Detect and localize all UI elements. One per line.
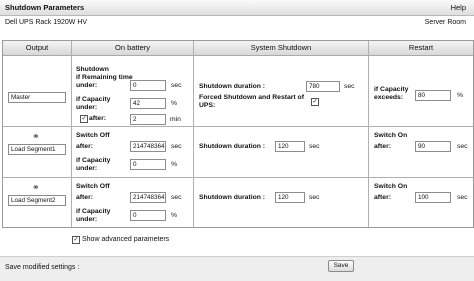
after-label: after: bbox=[374, 143, 391, 150]
switch-off-after-input[interactable]: 2147483647 bbox=[130, 192, 166, 203]
shutdown-duration-unit: sec bbox=[309, 143, 320, 150]
after-input[interactable]: 2 bbox=[130, 114, 166, 125]
switch-on-after-input[interactable]: 100 bbox=[415, 192, 451, 203]
table-row: Master Shutdown if Remaining time under:… bbox=[3, 56, 473, 127]
capacity-exceeds-label: if Capacity exceeds: bbox=[374, 86, 409, 101]
column-header-system-shutdown: System Shutdown bbox=[194, 41, 368, 56]
after-label: after: bbox=[76, 143, 93, 150]
switch-off-after-input[interactable]: 2147483647 bbox=[130, 141, 166, 152]
device-bar: Dell UPS Rack 1920W HV Server Room bbox=[0, 16, 474, 29]
checkmark-icon: ✓ bbox=[81, 116, 87, 122]
capacity-exceeds-unit: % bbox=[457, 92, 464, 99]
help-link[interactable]: Help bbox=[451, 3, 466, 12]
forced-shutdown-label: Forced Shutdown and Restart of UPS: bbox=[199, 94, 304, 109]
column-header-output: Output bbox=[3, 41, 71, 56]
remaining-time-unit: sec bbox=[171, 82, 182, 89]
switch-on-label: Switch On bbox=[374, 132, 408, 139]
shutdown-duration-label: Shutdown duration : bbox=[199, 143, 266, 150]
capacity-under-unit: % bbox=[171, 161, 178, 168]
shutdown-duration-input[interactable]: 120 bbox=[275, 192, 305, 203]
forced-shutdown-checkbox[interactable]: ✓ bbox=[311, 98, 319, 106]
checkmark-icon: ✓ bbox=[312, 99, 318, 105]
shutdown-label: Shutdown bbox=[76, 66, 109, 73]
save-button[interactable]: Save bbox=[328, 260, 354, 272]
shutdown-duration-unit: sec bbox=[344, 83, 355, 90]
switch-off-label: Switch Off bbox=[76, 132, 110, 139]
switch-off-label: Switch Off bbox=[76, 183, 110, 190]
device-model: Dell UPS Rack 1920W HV bbox=[5, 19, 88, 26]
shutdown-duration-input[interactable]: 120 bbox=[275, 141, 305, 152]
switch-on-after-unit: sec bbox=[457, 143, 468, 150]
device-location: Server Room bbox=[424, 19, 466, 26]
table-row: ⚭ Load Segment1 Switch Off after: 214748… bbox=[3, 127, 473, 178]
title-bar: Shutdown Parameters Help bbox=[0, 0, 474, 16]
column-header-on-battery: On battery bbox=[72, 41, 193, 56]
remaining-time-input[interactable]: 0 bbox=[130, 80, 166, 91]
footer-bar: Save modified settings : Save bbox=[0, 256, 474, 281]
output-name-field[interactable]: Load Segment2 bbox=[8, 195, 66, 206]
advanced-parameters-label: Show advanced parameters bbox=[82, 236, 170, 243]
after-unit: min bbox=[170, 116, 181, 123]
shutdown-duration-unit: sec bbox=[309, 194, 320, 201]
capacity-under-label: if Capacity under: bbox=[76, 96, 111, 111]
switch-on-after-unit: sec bbox=[457, 194, 468, 201]
switch-on-after-input[interactable]: 90 bbox=[415, 141, 451, 152]
plug-icon: ⚭ bbox=[32, 182, 40, 192]
plug-icon: ⚭ bbox=[32, 131, 40, 141]
switch-off-after-unit: sec bbox=[171, 194, 182, 201]
column-header-restart: Restart bbox=[369, 41, 473, 56]
remaining-time-label: if Remaining time under: bbox=[76, 74, 133, 89]
checkmark-icon: ✓ bbox=[73, 237, 79, 243]
capacity-under-unit: % bbox=[171, 212, 178, 219]
output-name-field[interactable]: Load Segment1 bbox=[8, 144, 66, 155]
shutdown-duration-input[interactable]: 780 bbox=[306, 81, 340, 92]
after-label: after: bbox=[89, 115, 106, 122]
capacity-under-input[interactable]: 0 bbox=[130, 210, 166, 221]
capacity-under-unit: % bbox=[171, 100, 178, 107]
output-name-field[interactable]: Master bbox=[8, 92, 66, 103]
switch-on-label: Switch On bbox=[374, 183, 408, 190]
capacity-under-label: if Capacity under: bbox=[76, 208, 111, 223]
save-settings-label: Save modified settings : bbox=[5, 264, 80, 271]
after-checkbox[interactable]: ✓ bbox=[80, 115, 88, 123]
shutdown-table: Output On battery System Shutdown Restar… bbox=[2, 40, 474, 228]
capacity-under-label: if Capacity under: bbox=[76, 157, 111, 172]
shutdown-duration-label: Shutdown duration : bbox=[199, 83, 266, 90]
capacity-under-input[interactable]: 0 bbox=[130, 159, 166, 170]
shutdown-duration-label: Shutdown duration : bbox=[199, 194, 266, 201]
after-label: after: bbox=[76, 194, 93, 201]
capacity-exceeds-input[interactable]: 80 bbox=[415, 90, 451, 101]
switch-off-after-unit: sec bbox=[171, 143, 182, 150]
page-title: Shutdown Parameters bbox=[5, 3, 85, 12]
advanced-parameters-checkbox[interactable]: ✓ bbox=[72, 236, 80, 244]
after-label: after: bbox=[374, 194, 391, 201]
capacity-under-input[interactable]: 42 bbox=[130, 98, 166, 109]
table-row: ⚭ Load Segment2 Switch Off after: 214748… bbox=[3, 178, 473, 226]
